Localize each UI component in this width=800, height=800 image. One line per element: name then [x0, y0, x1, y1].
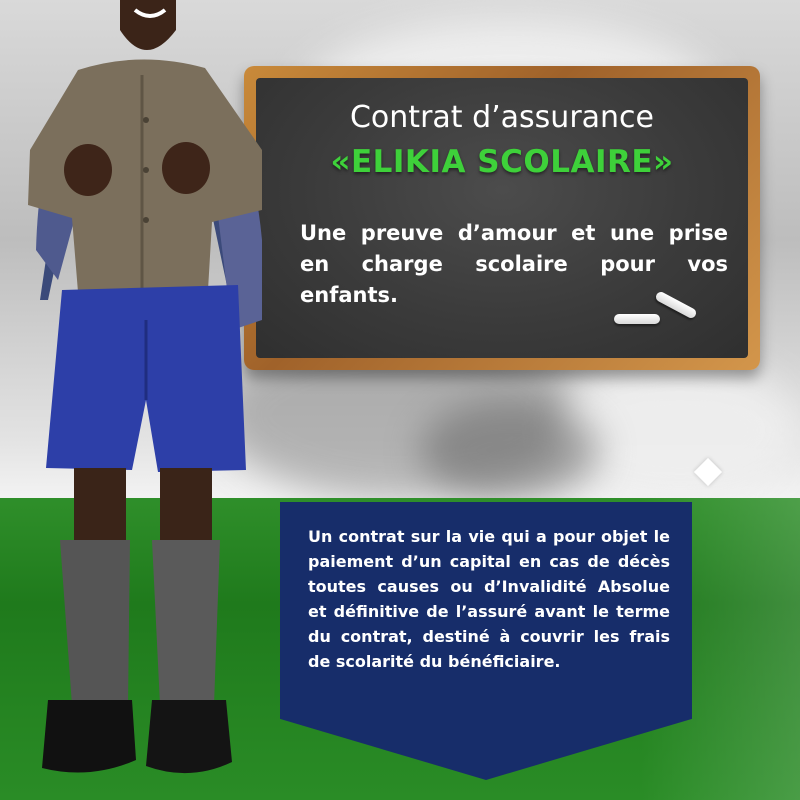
contract-title: Contrat d’assurance	[349, 100, 654, 135]
chalkboard-slate: Contrat d’assurance «ELIKIA SCOLAIRE» Un…	[256, 78, 748, 358]
shirt-button	[143, 217, 149, 223]
shirt-button	[143, 117, 149, 123]
chalk-icon	[614, 314, 660, 324]
leg	[74, 468, 126, 548]
neck	[120, 0, 176, 50]
background-blur-shape	[560, 360, 800, 500]
sock	[152, 540, 220, 705]
shirt-button	[143, 167, 149, 173]
leg	[160, 468, 212, 548]
sock	[60, 540, 130, 705]
contract-description: Un contrat sur la vie qui a pour objet l…	[308, 527, 670, 671]
schoolboy-illustration	[28, 0, 262, 774]
shoe	[146, 700, 232, 774]
hand	[162, 142, 210, 194]
insurance-poster: Contrat d’assurance «ELIKIA SCOLAIRE» Un…	[0, 0, 800, 800]
shoe	[42, 700, 136, 773]
hand	[64, 144, 112, 196]
chalkboard: Contrat d’assurance «ELIKIA SCOLAIRE» Un…	[244, 66, 760, 370]
product-name: «ELIKIA SCOLAIRE»	[330, 144, 674, 180]
background-blur-shape	[420, 400, 600, 500]
